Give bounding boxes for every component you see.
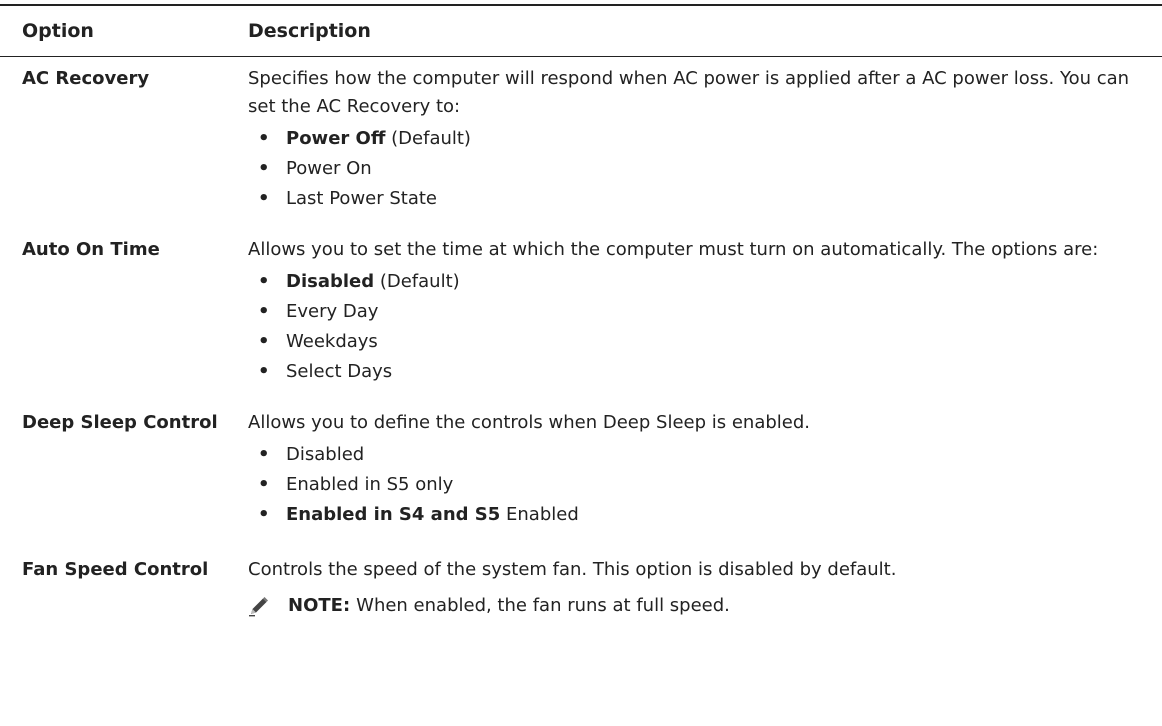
option-description: Allows you to define the controls when D… [248,412,811,433]
list-item: • Enabled in S4 and S5 Enabled [248,500,1142,530]
table-header-row: Option Description [0,6,1162,57]
option-description: Specifies how the computer will respond … [248,68,1130,117]
header-option: Option [22,20,94,42]
list-item: • Weekdays [248,327,1142,357]
options-table: Option Description AC Recovery Specifies… [0,4,1162,620]
default-value: Disabled [286,271,375,292]
default-value: Enabled in S4 and S5 [286,504,501,525]
note-text: When enabled, the fan runs at full speed… [356,595,730,616]
table-row-auto-on-time: Auto On Time Allows you to set the time … [0,236,1162,387]
option-description-cell: Specifies how the computer will respond … [248,65,1162,214]
table-row-fan-speed-control: Fan Speed Control Controls the speed of … [0,556,1162,620]
option-description: Allows you to set the time at which the … [248,239,1099,260]
bullet-icon: • [258,444,270,465]
value-text: Last Power State [286,188,438,209]
value-text: Enabled in S5 only [286,474,454,495]
bullet-icon: • [258,271,270,292]
bullet-icon: • [258,128,270,149]
bullet-icon: • [258,474,270,495]
list-item: • Disabled [248,440,1142,470]
option-description: Controls the speed of the system fan. Th… [248,559,897,580]
list-item: • Disabled (Default) [248,267,1142,297]
list-item: • Power On [248,154,1142,184]
option-description-cell: Controls the speed of the system fan. Th… [248,556,1162,620]
option-name: Deep Sleep Control [22,412,218,433]
list-item: • Select Days [248,357,1142,387]
option-values-list: • Disabled • Enabled in S5 only • Enabled i… [248,440,1142,530]
bullet-icon: • [258,361,270,382]
value-text: Every Day [286,301,379,322]
option-description-cell: Allows you to set the time at which the … [248,236,1162,387]
value-text: Power On [286,158,372,179]
value-note: Enabled [500,504,579,525]
option-values-list: • Disabled (Default) • Every Day • Weekdays… [248,267,1142,387]
bullet-icon: • [258,301,270,322]
value-text: Weekdays [286,331,378,352]
value-text: Select Days [286,361,393,382]
bullet-icon: • [258,504,270,525]
list-item: • Power Off (Default) [248,124,1142,154]
default-value: Power Off [286,128,386,149]
bullet-icon: • [258,158,270,179]
option-description-cell: Allows you to define the controls when D… [248,409,1162,530]
option-name: Auto On Time [22,239,160,260]
option-name: Fan Speed Control [22,559,209,580]
value-note: (Default) [374,271,460,292]
value-note: (Default) [385,128,471,149]
bullet-icon: • [258,188,270,209]
header-description: Description [248,20,371,42]
table-row-ac-recovery: AC Recovery Specifies how the computer w… [0,65,1162,214]
list-item: • Last Power State [248,184,1142,214]
option-values-list: • Power Off (Default) • Power On • Last Pow… [248,124,1142,214]
pencil-note-icon [249,597,268,617]
bullet-icon: • [258,331,270,352]
option-name: AC Recovery [22,68,150,89]
note-callout: NOTE: When enabled, the fan runs at full… [248,592,1142,620]
note-label: NOTE: [288,595,351,616]
table-row-deep-sleep-control: Deep Sleep Control Allows you to define … [0,409,1162,530]
list-item: • Enabled in S5 only [248,470,1142,500]
list-item: • Every Day [248,297,1142,327]
value-text: Disabled [286,444,365,465]
